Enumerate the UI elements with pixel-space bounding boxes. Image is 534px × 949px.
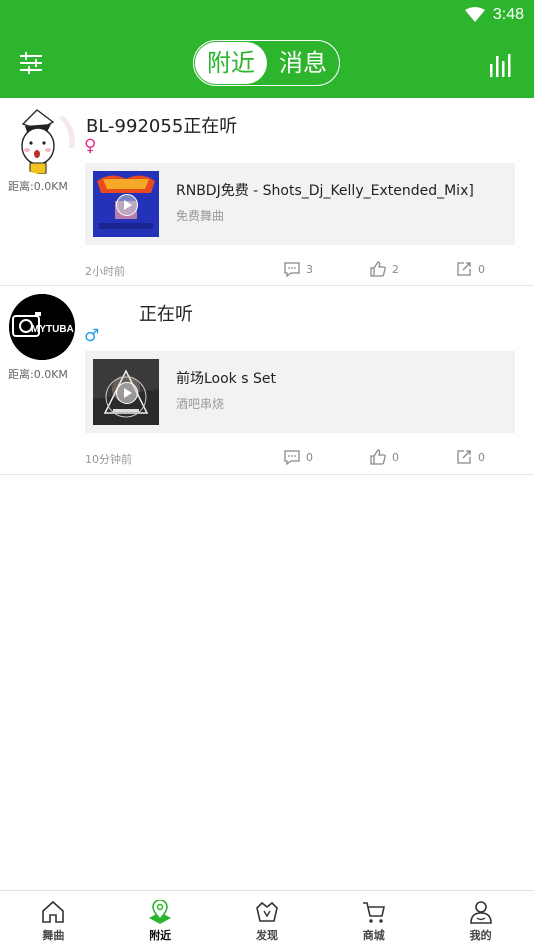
username[interactable]: BL-992055正在听 [86,112,237,138]
nav-label: 舞曲 [42,929,65,942]
cart-icon [362,902,385,923]
status-bar: 3:48 [464,4,524,26]
album-cover[interactable] [93,359,159,425]
nav-label: 商城 [362,929,385,942]
female-icon: ♀ [84,136,97,156]
like-button[interactable]: 0 [369,448,399,466]
song-title: RNBDJ免费 - Shots_Dj_Kelly_Extended_Mix] [176,183,474,199]
comment-button[interactable]: 3 [283,260,313,278]
music-card[interactable]: RNBDJ免费 - Shots_Dj_Kelly_Extended_Mix] 免… [85,163,515,245]
status-time: 3:48 [492,6,524,23]
share-count: 0 [478,450,485,464]
feed-item[interactable]: 距离:0.0KM BL-992055正在听 ♀ RNBDJ免费 - Shots_… [0,98,534,286]
share-button[interactable]: 0 [455,448,485,466]
top-bar: 3:48 附近 消息 [0,0,534,98]
music-card[interactable]: 前场Look s Set 酒吧串烧 [85,351,515,433]
share-button[interactable]: 0 [455,260,485,278]
nav-nearby[interactable]: 附近 [107,891,214,949]
filter-settings-icon[interactable] [18,50,44,76]
like-button[interactable]: 2 [369,260,399,278]
wifi-icon [464,7,485,22]
song-category: 酒吧串烧 [176,397,225,411]
distance-label: 距离:0.0KM [8,180,68,193]
profile-icon [469,901,492,924]
comment-count: 3 [306,262,313,276]
post-time: 2小时前 [85,265,125,278]
play-icon[interactable] [116,194,138,216]
nav-discover[interactable]: 发现 [214,891,321,949]
like-count: 2 [392,262,399,276]
song-category: 免费舞曲 [176,209,225,223]
bottom-navigation: 舞曲 附近 发现 商城 我的 [0,890,534,949]
avatar[interactable]: MYTUBA [9,294,75,360]
home-icon [42,900,65,923]
nav-mall[interactable]: 商城 [320,891,427,949]
nav-label: 我的 [469,929,492,942]
thumbs-up-icon [370,449,386,465]
thumbs-up-icon [370,261,386,277]
nav-label: 附近 [149,929,172,942]
play-icon[interactable] [116,382,138,404]
share-icon [457,262,471,276]
tab-messages[interactable]: 消息 [267,42,339,84]
comment-icon [284,262,300,278]
equalizer-icon[interactable] [488,52,514,78]
comment-count: 0 [306,450,313,464]
nearby-message-switch: 附近 消息 [193,40,340,86]
feed-item[interactable]: MYTUBA 距离:0.0KM 正在听 ♂ 前场Look s Set 酒吧串烧 … [0,286,534,475]
avatar-logo-text: MYTUBA [31,324,74,335]
nav-label: 发现 [255,929,278,942]
share-count: 0 [478,262,485,276]
distance-label: 距离:0.0KM [8,368,68,381]
post-time: 10分钟前 [85,453,132,466]
avatar[interactable] [9,108,75,174]
nav-dance-music[interactable]: 舞曲 [0,891,107,949]
male-icon: ♂ [84,326,100,346]
username[interactable]: 正在听 [139,300,193,326]
comment-button[interactable]: 0 [283,448,313,466]
share-icon [457,450,471,464]
location-icon [149,900,172,924]
like-count: 0 [392,450,399,464]
nav-profile[interactable]: 我的 [427,891,534,949]
discover-icon [256,901,278,922]
comment-icon [284,450,300,466]
song-title: 前场Look s Set [176,371,276,387]
tab-nearby[interactable]: 附近 [195,42,267,84]
album-cover[interactable] [93,171,159,237]
